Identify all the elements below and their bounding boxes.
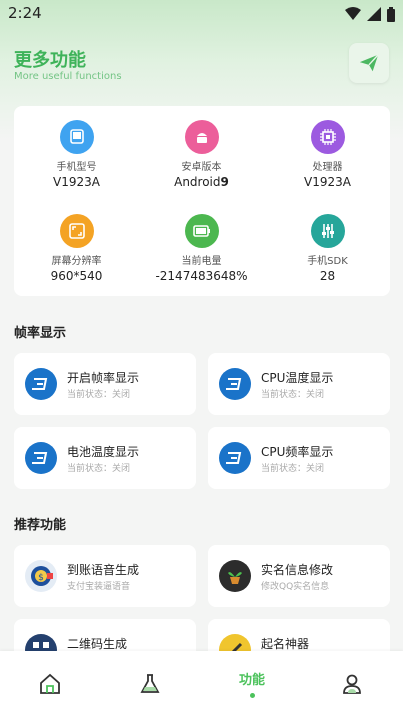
battery-icon	[184, 214, 219, 248]
battery-status-icon	[387, 6, 395, 22]
info-label: 屏幕分辨率	[51, 256, 102, 267]
feature-card-cpu-temp[interactable]: CPU温度显示 当前状态：关闭	[208, 353, 390, 415]
feature-title: CPU频率显示	[261, 445, 334, 459]
info-value-bold: 9	[220, 175, 229, 189]
nav-functions-label: 功能	[238, 673, 265, 688]
info-value: -2147483648%	[155, 269, 248, 283]
info-label: 手机型号	[56, 162, 97, 173]
page-subtitle: More useful functions	[14, 71, 122, 82]
feature-subtitle: 当前状态：关闭	[67, 390, 131, 400]
info-android-version: 安卓版本 Android9	[139, 120, 264, 189]
dash-icon	[219, 442, 251, 474]
send-button[interactable]	[349, 43, 389, 83]
info-processor: 处理器 V1923A	[265, 120, 390, 189]
info-resolution: 屏幕分辨率 960*540	[14, 214, 139, 283]
bottom-nav: 功能	[0, 651, 403, 716]
info-battery: 当前电量 -2147483648%	[139, 214, 264, 283]
feature-title: 实名信息修改	[261, 563, 334, 577]
screen-icon	[59, 214, 94, 248]
info-sdk: 手机SDK 28	[265, 214, 390, 283]
nav-profile[interactable]	[302, 651, 402, 716]
info-value: 960*540	[50, 269, 103, 283]
status-icons	[345, 6, 395, 22]
dash-icon	[25, 442, 57, 474]
feature-subtitle: 当前状态：关闭	[261, 464, 325, 474]
wifi-icon	[345, 7, 361, 20]
feature-card-realname[interactable]: 实名信息修改 修改QQ实名信息	[208, 545, 390, 607]
phone-icon	[59, 120, 94, 154]
feature-subtitle: 当前状态：关闭	[67, 464, 131, 474]
feature-title: 到账语音生成	[67, 563, 140, 577]
feature-subtitle: 修改QQ实名信息	[261, 582, 330, 592]
android-icon	[184, 120, 219, 154]
info-label: 安卓版本	[181, 162, 222, 173]
dash-icon	[25, 368, 57, 400]
feature-title: 起名神器	[261, 637, 310, 651]
feature-title: 电池温度显示	[67, 445, 140, 459]
nav-lab[interactable]	[100, 651, 200, 716]
info-phone-model: 手机型号 V1923A	[14, 120, 139, 189]
info-label: 手机SDK	[307, 256, 348, 267]
info-value: V1923A	[53, 175, 100, 189]
home-icon	[40, 673, 60, 694]
info-value: 28	[319, 269, 336, 283]
user-icon	[343, 674, 361, 694]
sliders-icon	[310, 214, 345, 248]
section-title-recommended: 推荐功能	[14, 518, 67, 533]
nav-home[interactable]	[0, 651, 100, 716]
status-bar: 2:24	[0, 0, 403, 28]
feature-title: 二维码生成	[67, 637, 128, 651]
page-title: 更多功能	[14, 50, 86, 71]
cpu-icon	[310, 120, 345, 154]
info-value-text: Android	[174, 175, 221, 189]
feature-title: CPU温度显示	[261, 371, 334, 385]
feature-title: 开启帧率显示	[67, 371, 140, 385]
section-title-fps: 帧率显示	[14, 326, 67, 341]
feature-card-cpu-freq[interactable]: CPU频率显示 当前状态：关闭	[208, 427, 390, 489]
info-label: 当前电量	[181, 256, 222, 267]
device-info-card: 手机型号 V1923A 安卓版本 Android9 处理器 V1923A 屏幕分…	[14, 106, 390, 296]
feature-card-battery-temp[interactable]: 电池温度显示 当前状态：关闭	[14, 427, 196, 489]
svg-text:$: $	[38, 573, 44, 583]
plant-icon	[219, 560, 251, 592]
dash-icon	[219, 368, 251, 400]
info-label: 处理器	[312, 162, 343, 173]
feature-subtitle: 当前状态：关闭	[261, 390, 325, 400]
feature-card-voice[interactable]: $ 到账语音生成 支付宝装逼语音	[14, 545, 196, 607]
money-voice-icon: $	[25, 560, 57, 592]
info-value: V1923A	[304, 175, 351, 189]
nav-functions[interactable]: 功能	[202, 651, 302, 716]
status-time: 2:24	[8, 4, 42, 22]
send-icon	[359, 54, 379, 72]
nav-active-dot	[249, 693, 255, 698]
info-value: Android9	[139, 175, 264, 189]
feature-subtitle: 支付宝装逼语音	[67, 582, 131, 592]
signal-icon	[367, 7, 381, 21]
flask-icon	[140, 673, 160, 693]
feature-card-fps[interactable]: 开启帧率显示 当前状态：关闭	[14, 353, 196, 415]
